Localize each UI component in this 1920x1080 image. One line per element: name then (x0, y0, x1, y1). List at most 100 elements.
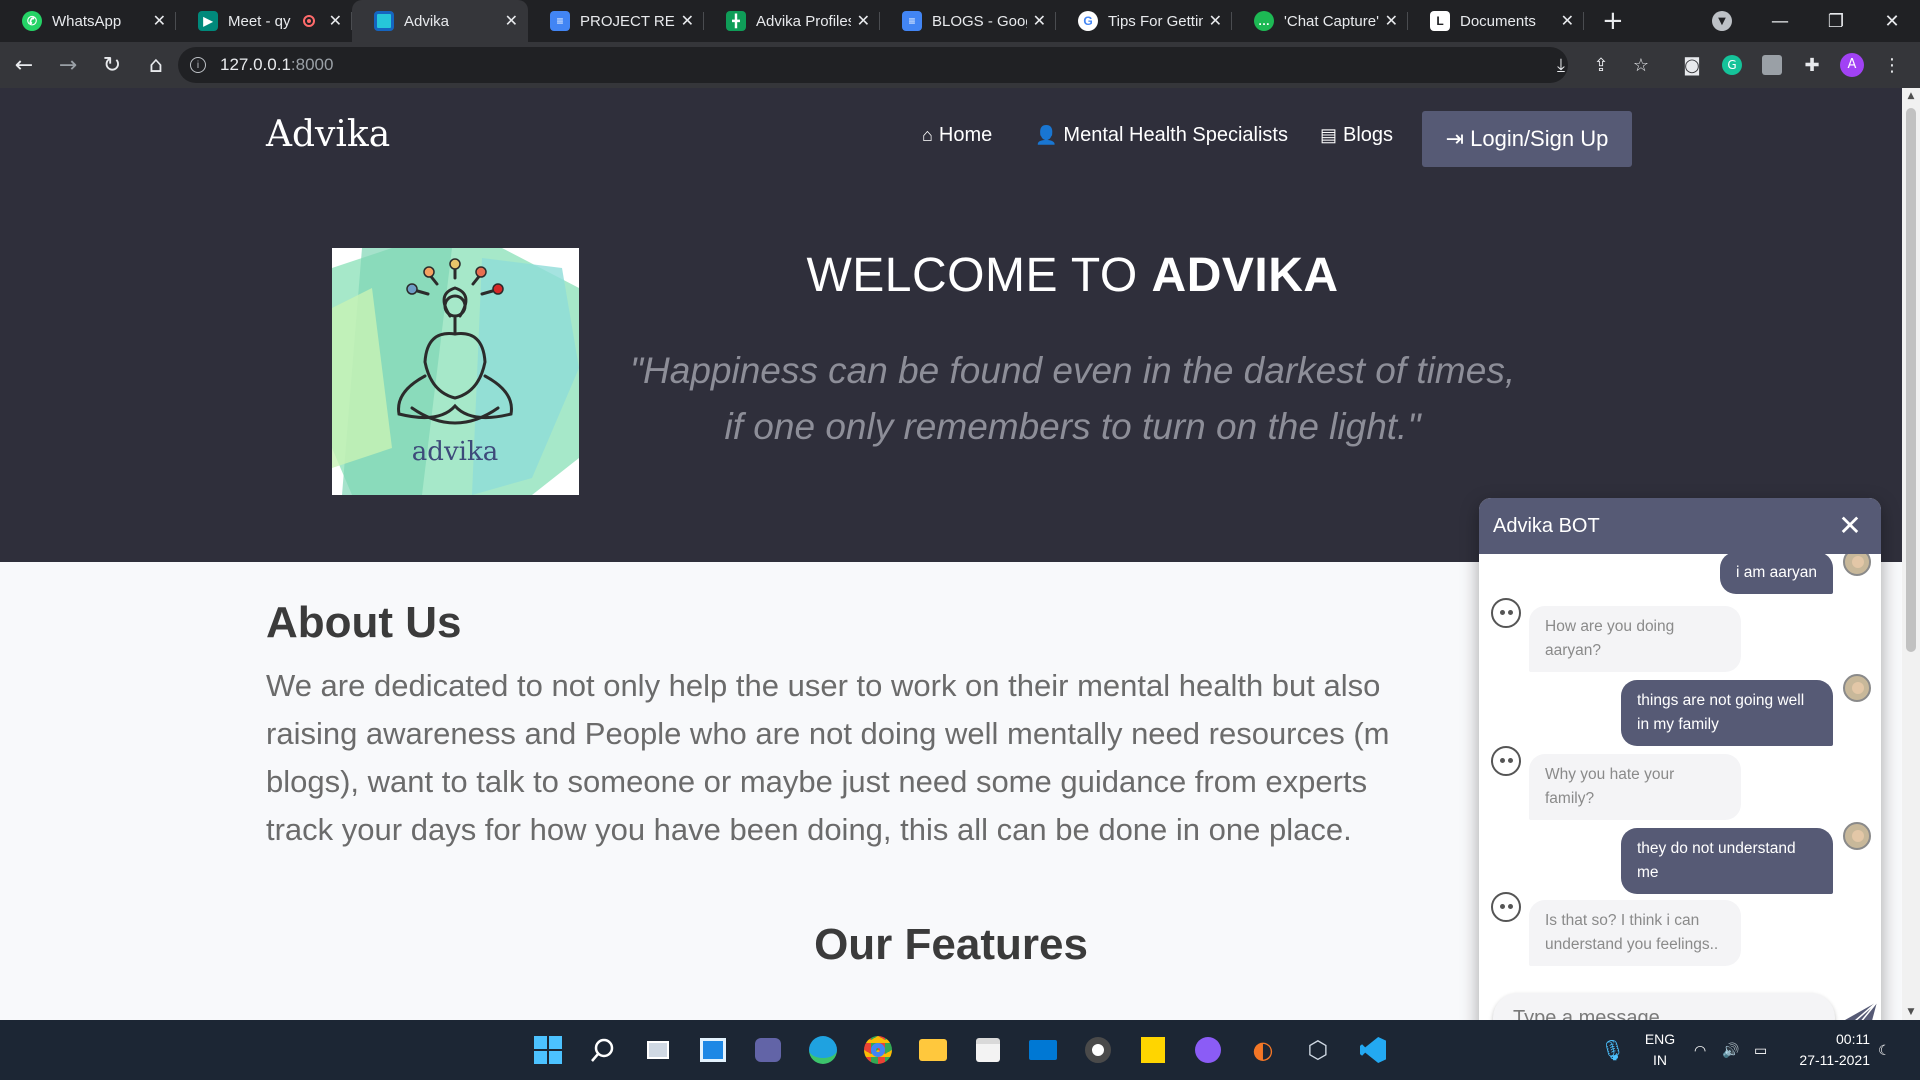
tab-close-icon[interactable]: ✕ (681, 11, 694, 31)
recording-icon (302, 15, 315, 27)
camera-extension-icon[interactable]: ◙ (1677, 50, 1707, 80)
install-app-icon[interactable]: ⤓ (1546, 50, 1576, 80)
tab-close-icon[interactable]: ✕ (1561, 11, 1574, 31)
tab-label: Advika Profiles (756, 12, 851, 30)
system-clock[interactable]: 00:11 27-11-2021 (1790, 1029, 1870, 1071)
tab-close-icon[interactable]: ✕ (153, 11, 166, 31)
widgets-icon[interactable] (697, 1034, 729, 1066)
profile-avatar-icon[interactable]: A (1837, 50, 1867, 80)
file-explorer-icon[interactable] (917, 1034, 949, 1066)
send-paper-plane-icon (1845, 1001, 1878, 1020)
focus-assist-icon[interactable]: ☾ (1878, 1020, 1891, 1080)
virtualbox-icon[interactable]: ⬡ (1302, 1034, 1334, 1066)
user-message: i am aaryan (1720, 554, 1833, 594)
bot-message: How are you doing aaryan? (1529, 606, 1741, 672)
advika-icon (374, 11, 394, 31)
language-indicator[interactable]: ENG IN (1640, 1029, 1680, 1071)
tab-advika[interactable]: Advika ✕ (352, 0, 528, 42)
tab-tips[interactable]: G Tips For Gettin ✕ (1056, 0, 1232, 42)
edge-browser-icon[interactable] (807, 1034, 839, 1066)
tab-close-icon[interactable]: ✕ (1385, 11, 1398, 31)
clock-date: 27-11-2021 (1799, 1052, 1870, 1068)
task-view-icon[interactable] (642, 1034, 674, 1066)
restore-icon[interactable]: ❐ (1808, 0, 1864, 42)
bookmark-star-icon[interactable]: ☆ (1626, 50, 1656, 80)
scroll-down-icon[interactable]: ▼ (1902, 1004, 1920, 1020)
chat-messages[interactable]: i am aaryan How are you doing aaryan? th… (1479, 554, 1881, 994)
browser-tab-strip: ✆ WhatsApp ✕ ▶ Meet - qy ✕ Advika ✕ ≡ PR… (0, 0, 1920, 42)
battery-icon[interactable]: ▭ (1754, 1020, 1767, 1080)
mail-icon[interactable] (1027, 1034, 1059, 1066)
login-label: Login/Sign Up (1470, 126, 1609, 151)
search-icon[interactable] (587, 1034, 619, 1066)
tab-chat-capture[interactable]: … 'Chat Capture' ✕ (1232, 0, 1408, 42)
tab-close-icon[interactable]: ✕ (1209, 11, 1222, 31)
nav-blogs[interactable]: ▤ Blogs (1320, 124, 1393, 147)
chrome-browser-icon[interactable] (862, 1034, 894, 1066)
bot-message: Is that so? I think i can understand you… (1529, 900, 1741, 966)
user-message: they do not understand me (1621, 828, 1833, 894)
tab-documents[interactable]: L Documents ✕ (1408, 0, 1584, 42)
wifi-icon[interactable]: ◠ (1694, 1020, 1706, 1080)
tab-project-report[interactable]: ≡ PROJECT REPC ✕ (528, 0, 704, 42)
home-icon[interactable]: ⌂ (136, 45, 176, 85)
login-signup-button[interactable]: ⇥ Login/Sign Up (1422, 111, 1632, 167)
jupyter-icon[interactable]: ◐ (1247, 1034, 1279, 1066)
url-host: 127.0.0.1 (220, 55, 291, 74)
reload-icon[interactable]: ↻ (92, 45, 132, 85)
quote-line: "Happiness can be found even in the dark… (629, 350, 1516, 391)
newspaper-icon: ▤ (1320, 125, 1338, 145)
tab-close-icon[interactable]: ✕ (505, 11, 518, 31)
scroll-thumb[interactable] (1906, 108, 1916, 652)
tab-label: PROJECT REPC (580, 12, 675, 30)
tab-search-icon[interactable]: ▼ (1712, 11, 1732, 31)
back-icon[interactable]: ← (4, 45, 44, 85)
teams-chat-icon[interactable] (752, 1034, 784, 1066)
tab-close-icon[interactable]: ✕ (329, 11, 342, 31)
vscode-icon[interactable] (1357, 1034, 1389, 1066)
bot-avatar-icon (1491, 746, 1521, 776)
url-port: :8000 (290, 55, 334, 74)
media-player-icon[interactable] (1082, 1034, 1114, 1066)
extension-icon[interactable] (1757, 50, 1787, 80)
tab-meet[interactable]: ▶ Meet - qy ✕ (176, 0, 352, 42)
nav-home[interactable]: ⌂ Home (922, 124, 992, 147)
new-tab-button[interactable]: + (1584, 0, 1642, 42)
tab-whatsapp[interactable]: ✆ WhatsApp ✕ (0, 0, 176, 42)
microphone-icon[interactable]: 🎙 (1600, 1020, 1625, 1080)
forward-icon[interactable]: → (48, 45, 88, 85)
tab-close-icon[interactable]: ✕ (857, 11, 870, 31)
browser-toolbar: ← → ↻ ⌂ i 127.0.0.1:8000 ⤓ ⇪ ☆ ◙ G ✚ A ⋮ (0, 42, 1920, 88)
github-icon[interactable] (1192, 1034, 1224, 1066)
tab-blogs[interactable]: ≡ BLOGS - Goog ✕ (880, 0, 1056, 42)
scroll-up-icon[interactable]: ▲ (1902, 88, 1920, 104)
minimize-icon[interactable]: — (1752, 0, 1808, 42)
grammarly-icon[interactable]: G (1717, 50, 1747, 80)
tab-advika-profiles[interactable]: ╋ Advika Profiles ✕ (704, 0, 880, 42)
about-line: We are dedicated to not only help the us… (266, 668, 1381, 703)
volume-icon[interactable]: 🔊 (1722, 1020, 1739, 1080)
tab-label: Advika (404, 12, 450, 30)
nav-specialists[interactable]: 👤 Mental Health Specialists (1035, 124, 1288, 147)
page-scrollbar[interactable]: ▲ ▼ (1902, 88, 1920, 1020)
browser-menu-icon[interactable]: ⋮ (1877, 50, 1907, 80)
store-icon[interactable] (972, 1034, 1004, 1066)
address-bar[interactable]: i 127.0.0.1:8000 (178, 47, 1568, 83)
chat-message-input[interactable] (1493, 993, 1835, 1020)
nav-home-label: Home (938, 124, 993, 146)
puzzle-extensions-icon[interactable]: ✚ (1797, 50, 1827, 80)
tab-label: BLOGS - Goog (932, 12, 1027, 30)
share-icon[interactable]: ⇪ (1586, 50, 1616, 80)
about-line: raising awareness and People who are not… (266, 716, 1390, 751)
tab-close-icon[interactable]: ✕ (1033, 11, 1046, 31)
chat-title: Advika BOT (1493, 514, 1600, 537)
site-info-icon[interactable]: i (190, 57, 206, 73)
chat-close-icon[interactable]: ✕ (1835, 510, 1865, 541)
sticky-notes-icon[interactable] (1137, 1034, 1169, 1066)
lang-line: IN (1653, 1052, 1667, 1068)
site-brand[interactable]: Advika (266, 114, 390, 155)
chat-icon: … (1254, 11, 1274, 31)
send-message-button[interactable] (1841, 992, 1881, 1020)
window-close-icon[interactable]: ✕ (1864, 0, 1920, 42)
windows-start-icon[interactable] (532, 1034, 564, 1066)
